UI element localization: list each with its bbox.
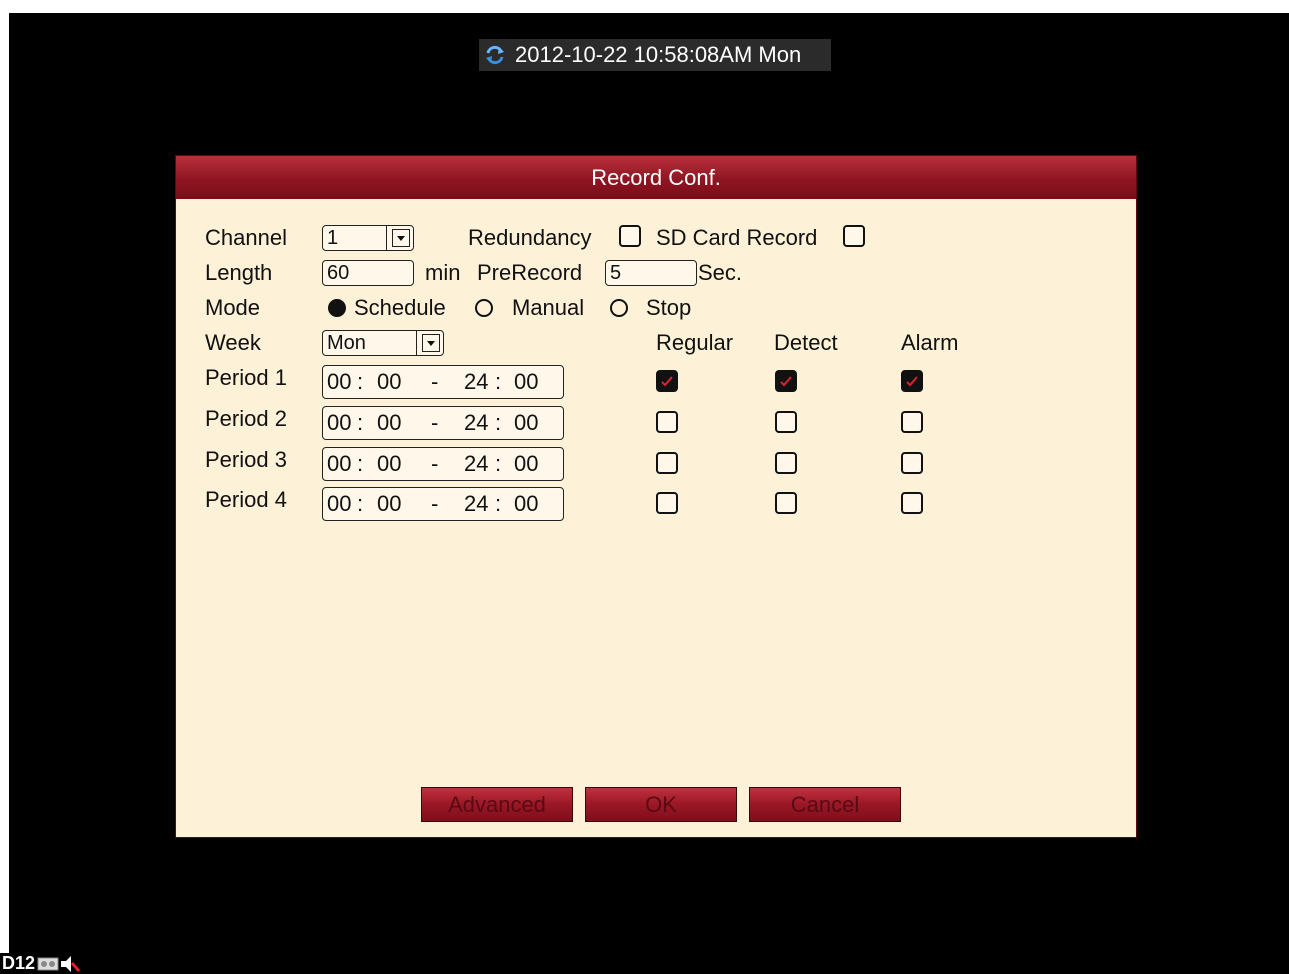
speaker-muted-icon [61, 955, 81, 972]
period-dash: - [431, 369, 439, 394]
week-value: Mon [327, 332, 366, 354]
mode-label: Mode [205, 295, 261, 320]
advanced-button[interactable]: Advanced [421, 787, 573, 822]
dropdown-divider [386, 226, 387, 250]
mode-stop-radio[interactable] [610, 299, 628, 317]
period-label: Period 2 [205, 406, 287, 431]
period-end-h[interactable]: 24 [464, 488, 488, 520]
period-time-range[interactable]: 00 00 -24 00:: [322, 365, 564, 399]
time-colon: : [495, 491, 502, 516]
column-alarm: Alarm [901, 330, 959, 355]
week-select[interactable]: Mon [322, 330, 444, 356]
refresh-icon[interactable] [484, 44, 506, 66]
sd-card-record-label: SD Card Record [656, 225, 818, 250]
period-detect-checkbox[interactable] [775, 452, 797, 474]
time-colon: : [495, 369, 502, 394]
period-alarm-checkbox[interactable] [901, 492, 923, 514]
period-label: Period 1 [205, 365, 287, 390]
hdd-icon [37, 957, 59, 970]
mode-manual-radio[interactable] [475, 299, 493, 317]
channel-status-label: D12 [0, 953, 38, 974]
period-alarm-checkbox[interactable] [901, 452, 923, 474]
period-regular-checkbox[interactable] [656, 452, 678, 474]
column-regular: Regular [656, 330, 734, 355]
period-dash: - [431, 451, 439, 476]
length-label: Length [205, 260, 273, 285]
check-icon [906, 376, 918, 387]
mode-schedule-label: Schedule [354, 295, 446, 320]
period-start-m[interactable]: 00 [377, 366, 401, 398]
time-colon: : [357, 491, 364, 516]
period-detect-checkbox[interactable] [775, 492, 797, 514]
clock-bar: 2012-10-22 10:58:08AM Mon [479, 39, 831, 71]
datetime-text: 2012-10-22 10:58:08AM Mon [515, 42, 802, 67]
ok-button[interactable]: OK [585, 787, 737, 822]
period-time-range[interactable]: 00 00 -24 00:: [322, 447, 564, 481]
period-label: Period 3 [205, 447, 287, 472]
period-time-range[interactable]: 00 00 -24 00:: [322, 487, 564, 521]
mode-manual-label: Manual [512, 295, 585, 320]
period-detect-checkbox[interactable] [775, 411, 797, 433]
time-colon: : [357, 410, 364, 435]
dropdown-divider [416, 331, 417, 355]
period-end-m[interactable]: 00 [514, 407, 538, 439]
check-icon [780, 376, 792, 387]
prerecord-unit: Sec. [698, 260, 743, 285]
chevron-down-icon[interactable] [392, 229, 410, 247]
check-icon [661, 376, 673, 387]
record-conf-dialog: Record Conf. Channel 1 Redundancy SD Car… [175, 155, 1137, 838]
prerecord-label: PreRecord [477, 260, 583, 285]
period-start-h[interactable]: 00 [327, 366, 351, 398]
chevron-down-icon[interactable] [422, 334, 440, 352]
mode-schedule-radio[interactable] [328, 299, 346, 317]
length-input[interactable]: 60 [322, 260, 414, 286]
length-unit: min [425, 260, 461, 285]
redundancy-checkbox[interactable] [619, 225, 641, 247]
time-colon: : [495, 410, 502, 435]
column-detect: Detect [774, 330, 838, 355]
period-start-m[interactable]: 00 [377, 488, 401, 520]
channel-value: 1 [327, 227, 339, 249]
period-dash: - [431, 410, 439, 435]
time-colon: : [357, 369, 364, 394]
cancel-button[interactable]: Cancel [749, 787, 901, 822]
period-end-h[interactable]: 24 [464, 448, 488, 480]
status-bar: D12 [0, 953, 81, 974]
period-regular-checkbox[interactable] [656, 411, 678, 433]
mode-stop-label: Stop [646, 295, 692, 320]
period-dash: - [431, 491, 439, 516]
period-end-h[interactable]: 24 [464, 407, 488, 439]
dialog-title: Record Conf. [176, 156, 1136, 199]
sd-card-record-checkbox[interactable] [843, 225, 865, 247]
period-start-m[interactable]: 00 [377, 407, 401, 439]
period-start-h[interactable]: 00 [327, 448, 351, 480]
period-end-m[interactable]: 00 [514, 488, 538, 520]
period-time-range[interactable]: 00 00 -24 00:: [322, 406, 564, 440]
period-alarm-checkbox[interactable] [901, 370, 923, 392]
prerecord-value: 5 [610, 262, 622, 284]
week-label: Week [205, 330, 261, 355]
period-label: Period 4 [205, 487, 287, 512]
period-end-m[interactable]: 00 [514, 448, 538, 480]
period-start-h[interactable]: 00 [327, 488, 351, 520]
period-detect-checkbox[interactable] [775, 370, 797, 392]
length-value: 60 [327, 262, 350, 284]
prerecord-input[interactable]: 5 [605, 260, 697, 286]
channel-select[interactable]: 1 [322, 225, 414, 251]
period-start-m[interactable]: 00 [377, 448, 401, 480]
time-colon: : [357, 451, 364, 476]
period-start-h[interactable]: 00 [327, 407, 351, 439]
period-end-m[interactable]: 00 [514, 366, 538, 398]
time-colon: : [495, 451, 502, 476]
channel-label: Channel [205, 225, 287, 250]
period-end-h[interactable]: 24 [464, 366, 488, 398]
redundancy-label: Redundancy [468, 225, 592, 250]
period-alarm-checkbox[interactable] [901, 411, 923, 433]
period-regular-checkbox[interactable] [656, 492, 678, 514]
period-regular-checkbox[interactable] [656, 370, 678, 392]
